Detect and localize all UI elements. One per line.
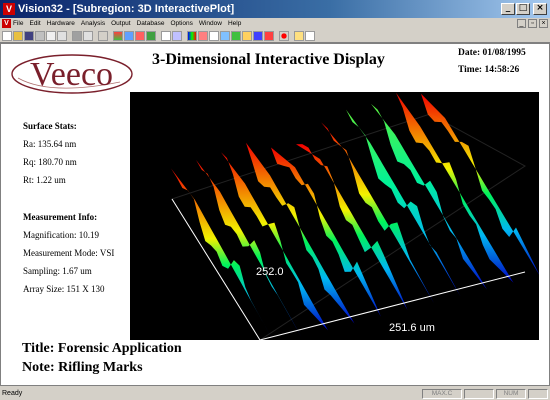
red-dot-icon[interactable]	[279, 30, 289, 41]
plot3d-icon[interactable]	[172, 30, 182, 41]
export-icon[interactable]	[57, 30, 67, 41]
info-sampling: Sampling: 1.67 um	[23, 266, 92, 276]
veeco-logo: Veeco	[10, 52, 140, 97]
info-magnification: Magnification: 10.19	[23, 230, 99, 240]
document-icon[interactable]: V	[2, 19, 11, 28]
menu-bar: V File Edit Hardware Analysis Output Dat…	[0, 18, 550, 29]
surface-render[interactable]	[130, 92, 539, 340]
histogram-icon[interactable]	[198, 30, 208, 41]
window-titlebar[interactable]: V Vision32 - [Subregion: 3D InteractiveP…	[0, 0, 550, 18]
open-icon[interactable]	[13, 30, 23, 41]
filter-icon[interactable]	[220, 30, 230, 41]
help-icon[interactable]	[305, 30, 315, 41]
report-title: Title: Forensic Application	[22, 341, 182, 356]
save-icon[interactable]	[24, 30, 34, 41]
settings-icon[interactable]	[72, 30, 82, 41]
doc-restore-button[interactable]: ▫	[528, 19, 537, 28]
list-icon[interactable]	[83, 30, 93, 41]
profile-icon[interactable]	[209, 30, 219, 41]
new-icon[interactable]	[2, 30, 12, 41]
date-label: Date: 01/08/1995	[458, 48, 526, 58]
menu-window[interactable]: Window	[199, 20, 222, 27]
menu-help[interactable]: Help	[228, 20, 241, 27]
window-title: Vision32 - [Subregion: 3D InteractivePlo…	[18, 3, 235, 15]
grid-icon[interactable]	[113, 30, 123, 41]
close-button[interactable]: ×	[533, 3, 547, 15]
toolbar	[0, 29, 550, 43]
menu-database[interactable]: Database	[137, 20, 165, 27]
star-icon[interactable]	[98, 30, 108, 41]
menu-edit[interactable]: Edit	[29, 20, 40, 27]
measurement-info-heading: Measurement Info:	[23, 212, 98, 222]
menu-analysis[interactable]: Analysis	[81, 20, 105, 27]
status-ready: Ready	[2, 390, 23, 397]
menu-file[interactable]: File	[13, 20, 23, 27]
print-icon[interactable]	[35, 30, 45, 41]
minimize-button[interactable]: _	[501, 3, 515, 15]
status-panel-empty2	[528, 388, 548, 399]
stat-rq: Rq: 180.70 nm	[23, 157, 77, 167]
calc-icon[interactable]	[294, 30, 304, 41]
status-panel-maxc: MAX.C	[422, 388, 462, 399]
stat-ra: Ra: 135.64 nm	[23, 139, 77, 149]
color-icon[interactable]	[187, 30, 197, 41]
stack-icon[interactable]	[146, 30, 156, 41]
doc-close-button[interactable]: ×	[539, 19, 548, 28]
status-panel-num: NUM	[496, 388, 526, 399]
chart-icon[interactable]	[135, 30, 145, 41]
stat-rt: Rt: 1.22 um	[23, 175, 66, 185]
maximize-button[interactable]: □	[516, 3, 530, 15]
info-array-size: Array Size: 151 X 130	[23, 284, 105, 294]
measure-icon[interactable]	[124, 30, 134, 41]
report-note: Note: Rifling Marks	[22, 360, 143, 375]
time-label: Time: 14:58:26	[458, 65, 520, 75]
page-title: 3-Dimensional Interactive Display	[152, 51, 385, 68]
x-extent-label: 251.6 um	[389, 322, 435, 334]
plot2d-icon[interactable]	[161, 30, 171, 41]
menu-options[interactable]: Options	[170, 20, 192, 27]
doc-minimize-button[interactable]: _	[517, 19, 526, 28]
menu-hardware[interactable]: Hardware	[47, 20, 75, 27]
info-icon[interactable]	[242, 30, 252, 41]
status-bar: Ready MAX.C NUM	[0, 387, 550, 400]
app-icon[interactable]: V	[3, 3, 15, 15]
zoom-icon[interactable]	[264, 30, 274, 41]
copy-icon[interactable]	[46, 30, 56, 41]
menu-output[interactable]: Output	[111, 20, 131, 27]
3d-surface-plot[interactable]	[130, 92, 539, 340]
y-extent-label: 252.0	[256, 266, 284, 278]
info-mode: Measurement Mode: VSI	[23, 248, 115, 258]
status-panel-empty1	[464, 388, 494, 399]
surface-stats-heading: Surface Stats:	[23, 121, 77, 131]
measurement-info: Measurement Info: Magnification: 10.19 M…	[23, 212, 114, 302]
region-icon[interactable]	[253, 30, 263, 41]
mask-icon[interactable]	[231, 30, 241, 41]
logo-text: Veeco	[30, 56, 113, 93]
datetime-block: Date: 01/08/1995 Time: 14:58:26	[458, 45, 526, 79]
surface-stats: Surface Stats: Ra: 135.64 nm Rq: 180.70 …	[23, 121, 77, 193]
